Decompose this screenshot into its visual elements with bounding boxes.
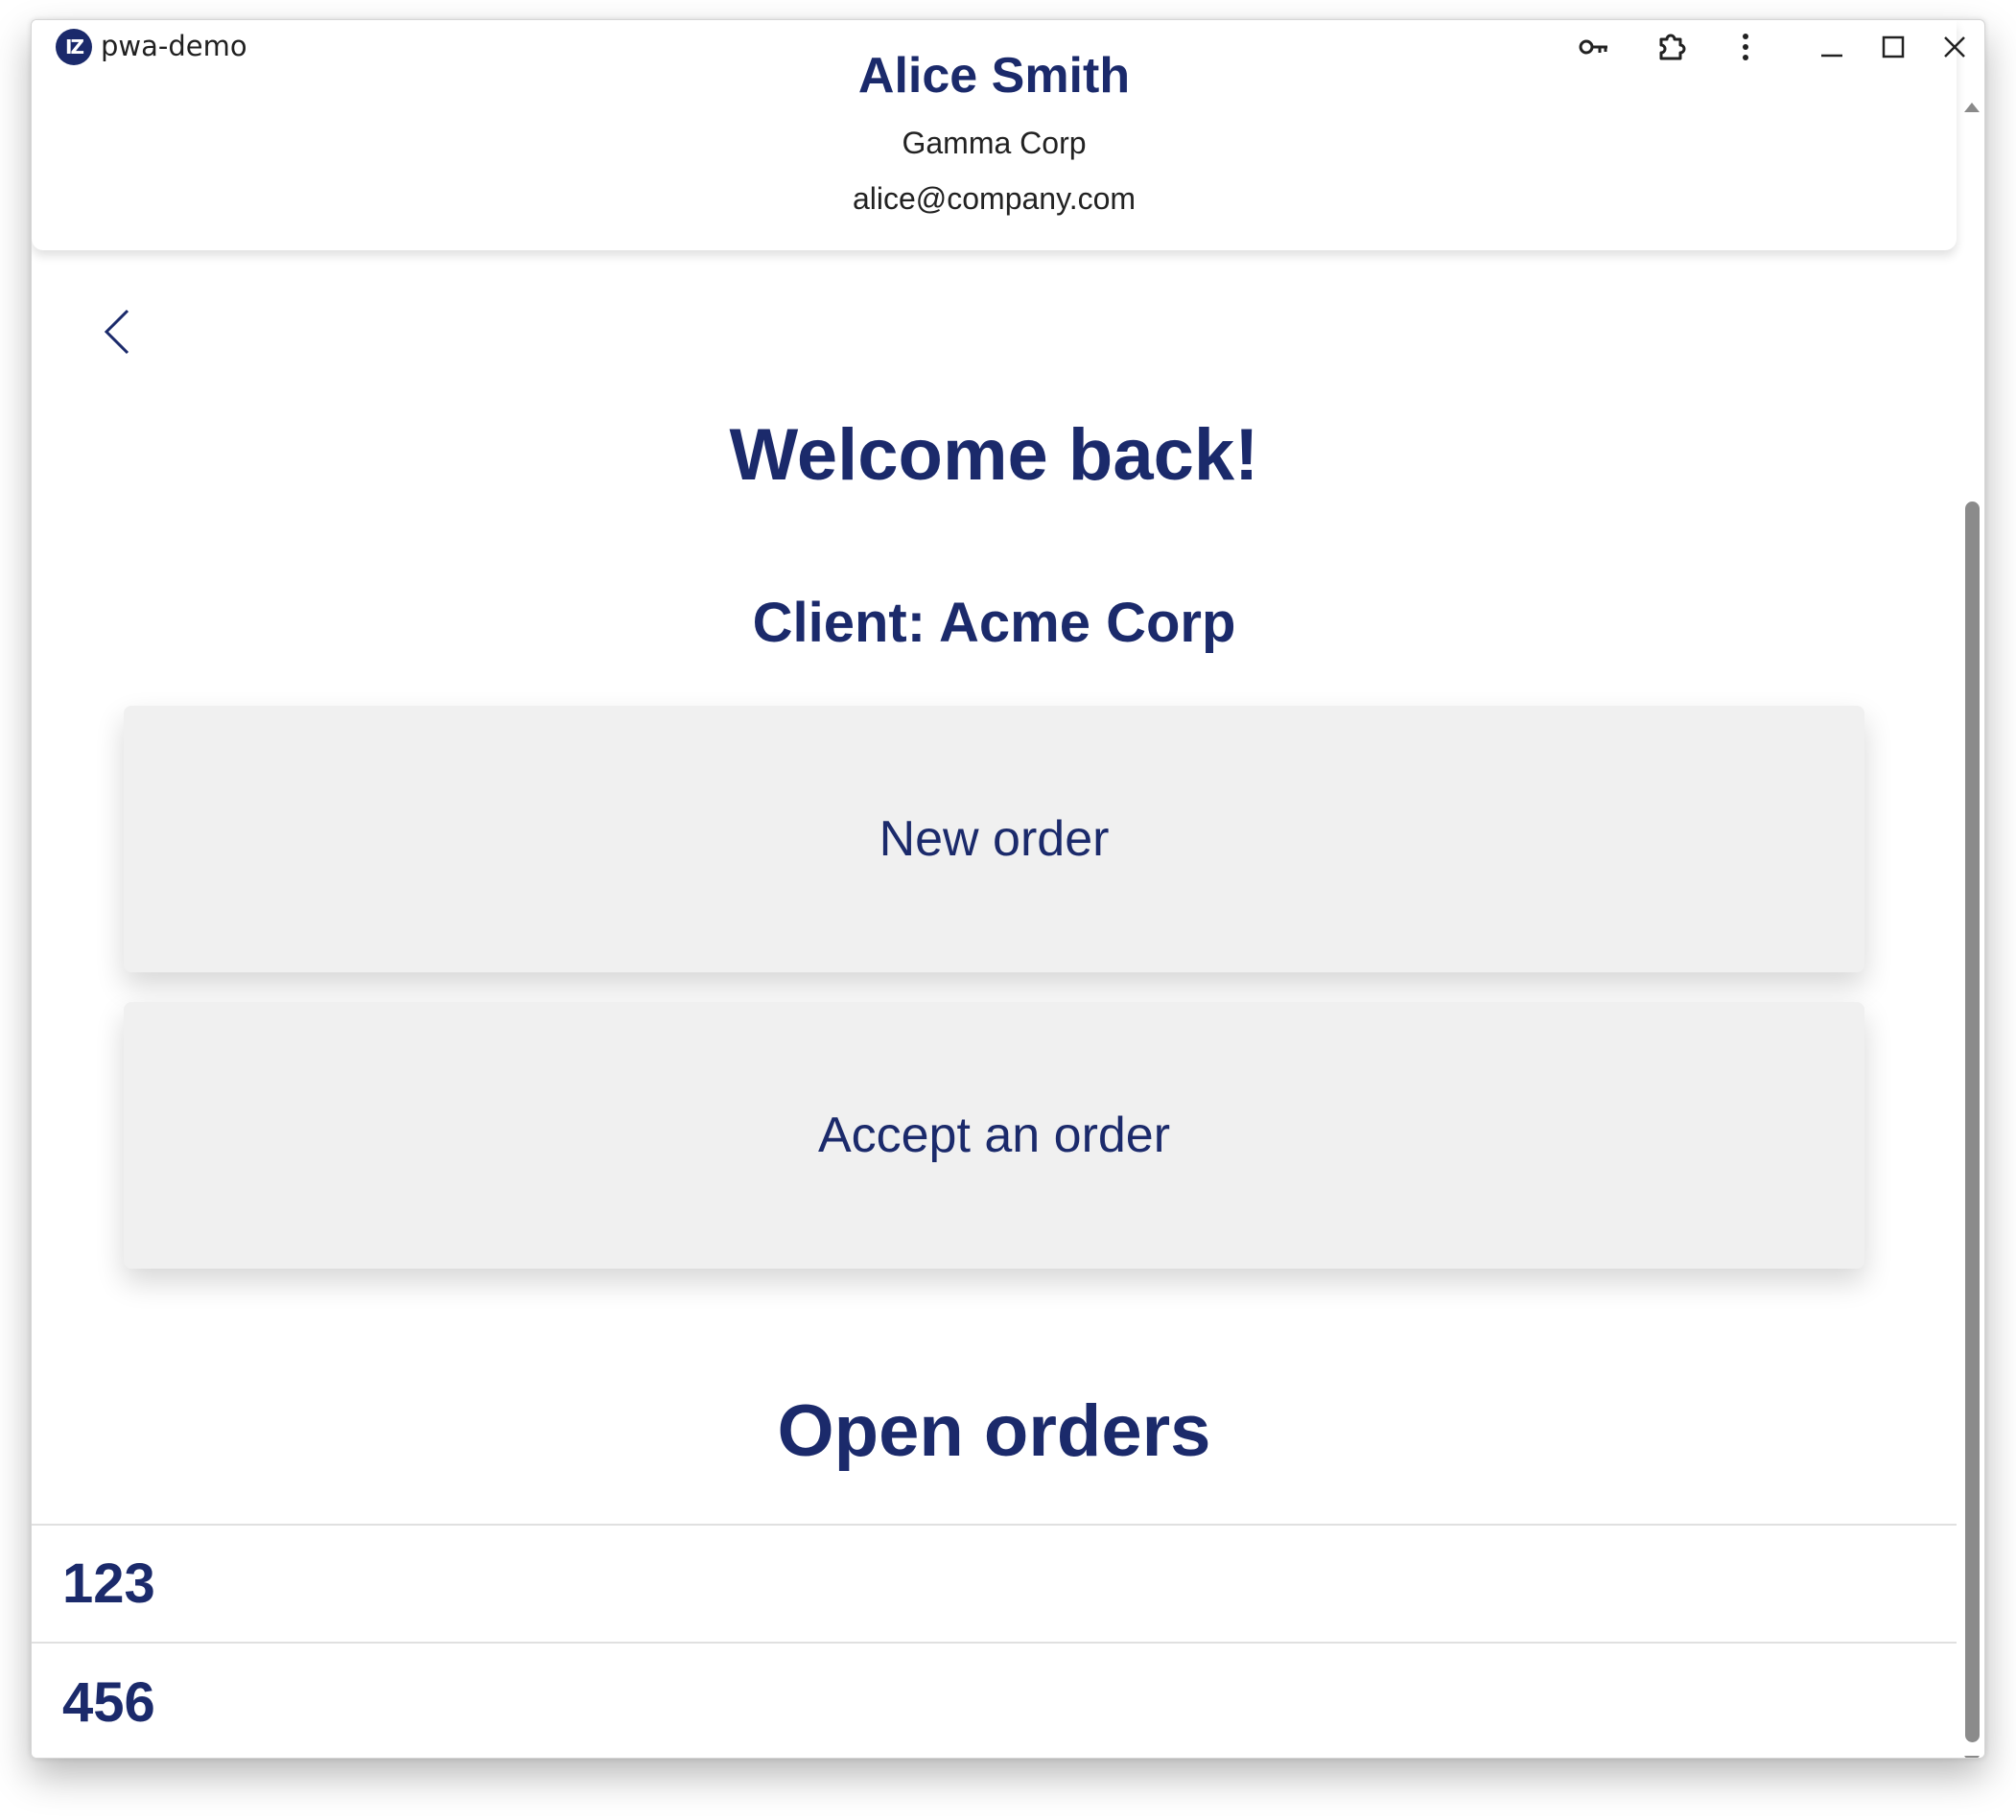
maximize-icon[interactable]	[1873, 28, 1913, 66]
welcome-heading: Welcome back!	[729, 414, 1259, 496]
minimize-icon[interactable]	[1812, 28, 1852, 66]
order-number: 456	[62, 1671, 155, 1734]
chevron-left-icon	[104, 309, 129, 355]
key-icon[interactable]	[1574, 28, 1614, 66]
client-heading: Client: Acme Corp	[752, 592, 1236, 654]
app-window: IZ pwa-demo Alice Smith Gamma Corp alice…	[31, 19, 1985, 1759]
open-orders-heading: Open orders	[777, 1390, 1211, 1472]
list-item[interactable]: 123	[32, 1526, 1957, 1644]
close-icon[interactable]	[1934, 28, 1975, 66]
scroll-down-icon[interactable]	[1964, 1756, 1980, 1758]
window-title: pwa-demo	[101, 30, 247, 62]
app-logo-text: IZ	[65, 35, 84, 58]
profile-company: Gamma Corp	[902, 126, 1087, 160]
scroll-up-icon[interactable]	[1964, 103, 1980, 112]
list-item[interactable]: 456	[32, 1644, 1957, 1758]
extension-icon[interactable]	[1651, 28, 1691, 66]
title-bar: IZ pwa-demo	[32, 20, 1984, 72]
profile-email: alice@company.com	[852, 181, 1137, 216]
app-logo: IZ	[56, 29, 92, 65]
new-order-button[interactable]: New order	[124, 706, 1864, 972]
back-button[interactable]	[83, 298, 151, 365]
scrollbar[interactable]	[1957, 72, 1984, 1758]
orders-list: 123 456	[32, 1524, 1957, 1758]
accept-order-button[interactable]: Accept an order	[124, 1002, 1864, 1269]
accept-order-label: Accept an order	[817, 1108, 1171, 1163]
order-number: 123	[62, 1552, 155, 1615]
desktop: IZ pwa-demo Alice Smith Gamma Corp alice…	[0, 0, 2016, 1820]
more-vertical-icon[interactable]	[1725, 28, 1766, 66]
scroll-thumb[interactable]	[1965, 502, 1980, 1742]
new-order-label: New order	[879, 811, 1110, 867]
